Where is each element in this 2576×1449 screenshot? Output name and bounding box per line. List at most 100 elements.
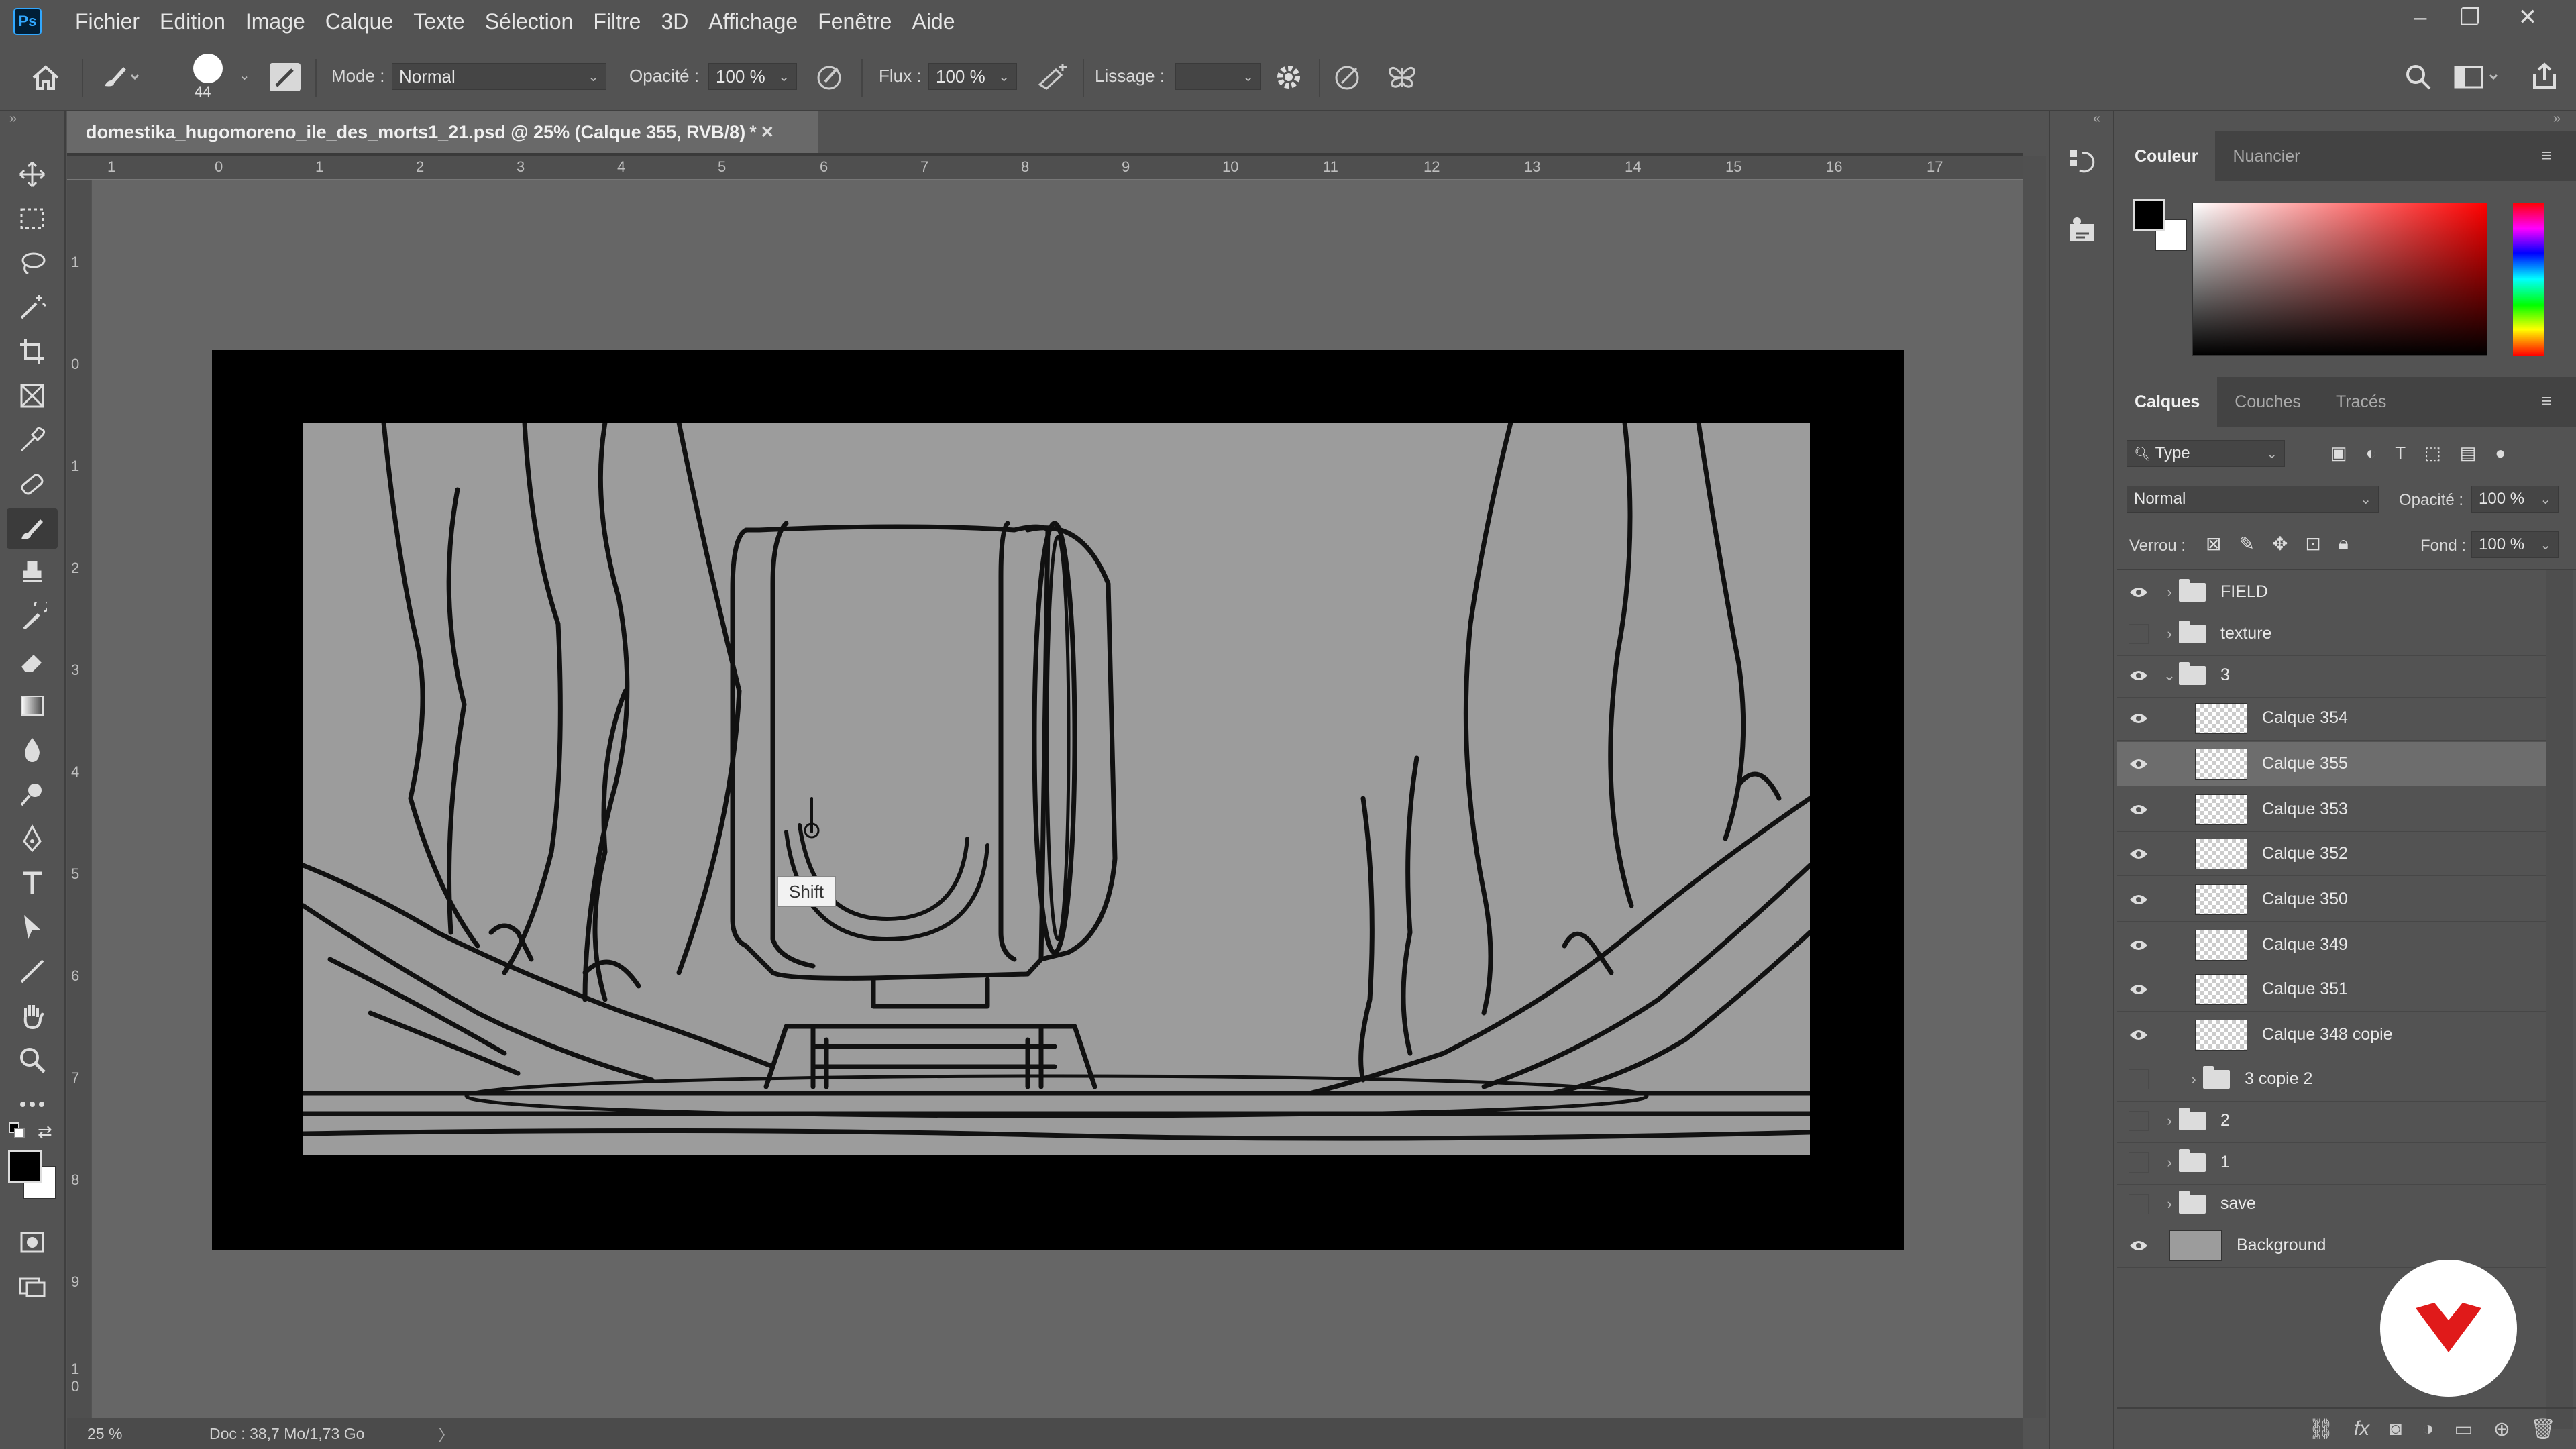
color-picker-field[interactable] [2192,203,2487,356]
marquee-tool-icon[interactable] [7,199,58,239]
layer-row[interactable]: ⌄ 3 [2117,653,2546,698]
visibility-eye-icon[interactable] [2117,847,2160,861]
document-tab[interactable]: domestika_hugomoreno_ile_des_morts1_21.p… [67,111,818,153]
menu-item-fenetre[interactable]: Fenêtre [818,0,892,43]
filter-toggle-icon[interactable]: ● [2495,443,2506,464]
visibility-eye-icon[interactable] [2117,586,2160,599]
restore-button[interactable]: ❐ [2446,0,2494,35]
layer-row[interactable]: Calque 352 [2117,832,2546,876]
visibility-eye-icon[interactable] [2117,1069,2160,1089]
fx-icon[interactable]: fx [2354,1417,2369,1440]
share-icon[interactable] [2529,60,2560,95]
history-brush-icon[interactable] [7,597,58,637]
opacity-field[interactable]: 100 % ⌄ [708,63,797,90]
panel-menu-icon[interactable]: ≡ [2541,145,2552,166]
layer-row[interactable]: Background [2117,1224,2546,1268]
hand-tool-icon[interactable] [7,996,58,1036]
more-tools-icon[interactable] [7,1084,58,1124]
tab-couches[interactable]: Couches [2217,377,2318,427]
menu-item-aide[interactable]: Aide [912,0,955,43]
pen-tool-icon[interactable] [7,818,58,859]
smoothing-field[interactable]: ⌄ [1175,63,1261,90]
frame-tool-icon[interactable] [7,376,58,416]
sketch-artwork[interactable] [301,420,1813,1155]
layer-row[interactable]: › texture [2117,612,2546,656]
filter-smart-object-icon[interactable]: ▤ [2460,443,2477,464]
eraser-icon[interactable] [7,641,58,682]
lock-transparency-icon[interactable]: ⊠ [2206,533,2221,555]
type-tool-icon[interactable] [7,863,58,903]
visibility-eye-icon[interactable] [2117,757,2160,771]
pressure-size-icon[interactable] [1332,62,1364,96]
visibility-eye-icon[interactable] [2117,893,2160,906]
swap-colors-icon[interactable]: ⇄ [38,1122,52,1142]
visibility-eye-icon[interactable] [2117,1193,2160,1214]
visibility-eye-icon[interactable] [2117,1239,2160,1252]
status-chevron-icon[interactable]: 〉 [438,1422,453,1445]
search-icon[interactable] [2403,62,2434,96]
hue-slider[interactable] [2513,203,2544,356]
lock-artboard-icon[interactable]: ⊡ [2305,533,2320,555]
layer-row[interactable]: › 2 [2117,1099,2546,1143]
flow-field[interactable]: 100 % ⌄ [928,63,1017,90]
visibility-eye-icon[interactable] [2117,983,2160,996]
menu-item-selection[interactable]: Sélection [485,0,574,43]
chevron-right-icon[interactable]: › [2160,1154,2179,1171]
airbrush-icon[interactable] [1036,63,1071,95]
trash-icon[interactable]: 🗑︎ [2530,1417,2556,1441]
gear-icon[interactable] [1273,62,1304,96]
collapse-icon[interactable]: » [2553,111,2561,127]
fill-field[interactable]: 100 % ⌄ [2471,531,2559,558]
menu-item-fichier[interactable]: Fichier [75,0,140,43]
mode-select[interactable]: Normal ⌄ [392,63,606,90]
tab-couleur[interactable]: Couleur [2117,131,2216,181]
chevron-right-icon[interactable]: › [2160,625,2179,643]
layer-row[interactable]: Calque 353 [2117,788,2546,832]
link-layers-icon[interactable]: ⛓︎ [2308,1417,2334,1441]
eyedropper-icon[interactable] [7,420,58,460]
chevron-right-icon[interactable]: › [2160,1112,2179,1130]
blend-mode-select[interactable]: Normal ⌄ [2127,486,2379,513]
visibility-eye-icon[interactable] [2117,938,2160,952]
move-tool-icon[interactable] [7,154,58,195]
dodge-tool-icon[interactable] [7,774,58,814]
visibility-eye-icon[interactable] [2117,712,2160,725]
layer-row[interactable]: Calque 348 copie [2117,1013,2546,1057]
filter-adjustment-icon[interactable]: ◐ [2366,443,2377,464]
visibility-eye-icon[interactable] [2117,669,2160,682]
default-colors-icon[interactable] [8,1122,28,1145]
home-icon[interactable] [30,62,62,96]
menu-item-edition[interactable]: Edition [160,0,225,43]
tab-calques[interactable]: Calques [2117,377,2218,427]
color-foreground-swatch[interactable] [2133,199,2165,231]
foreground-color-swatch[interactable] [8,1150,42,1183]
tab-traces[interactable]: Tracés [2318,377,2404,427]
layer-row[interactable]: Calque 350 [2117,877,2546,922]
chevron-right-icon[interactable]: › [2160,584,2179,601]
close-tab-icon[interactable]: ✕ [761,123,774,142]
adjustment-layer-icon[interactable]: ◑ [2422,1417,2434,1440]
ruler-corner[interactable] [67,156,91,180]
close-button[interactable]: ✕ [2504,0,2552,35]
brush-settings-icon[interactable] [270,63,301,91]
chevron-right-icon[interactable]: › [2160,1195,2179,1213]
vertical-scrollbar[interactable] [2023,156,2046,1418]
layer-row[interactable]: Calque 349 [2117,923,2546,967]
zoom-tool-icon[interactable] [7,1040,58,1080]
layer-filter-select[interactable]: 🔍︎ Type ⌄ [2127,440,2285,467]
lasso-tool-icon[interactable] [7,243,58,283]
pressure-opacity-icon[interactable] [814,62,847,96]
panel-menu-icon[interactable]: ≡ [2541,390,2552,412]
menu-item-filtre[interactable]: Filtre [593,0,641,43]
collapse-icon[interactable]: « [2093,111,2100,127]
menu-item-affichage[interactable]: Affichage [708,0,798,43]
collapse-icon[interactable]: » [9,111,17,127]
layer-row[interactable]: Calque 354 [2117,696,2546,741]
chevron-down-icon[interactable]: ⌄ [239,67,250,84]
menu-item-image[interactable]: Image [246,0,305,43]
gradient-tool-icon[interactable] [7,686,58,726]
blur-tool-icon[interactable] [7,730,58,770]
brush-tool-icon[interactable] [101,63,141,93]
visibility-eye-icon[interactable] [2117,1110,2160,1131]
menu-item-calque[interactable]: Calque [325,0,393,43]
